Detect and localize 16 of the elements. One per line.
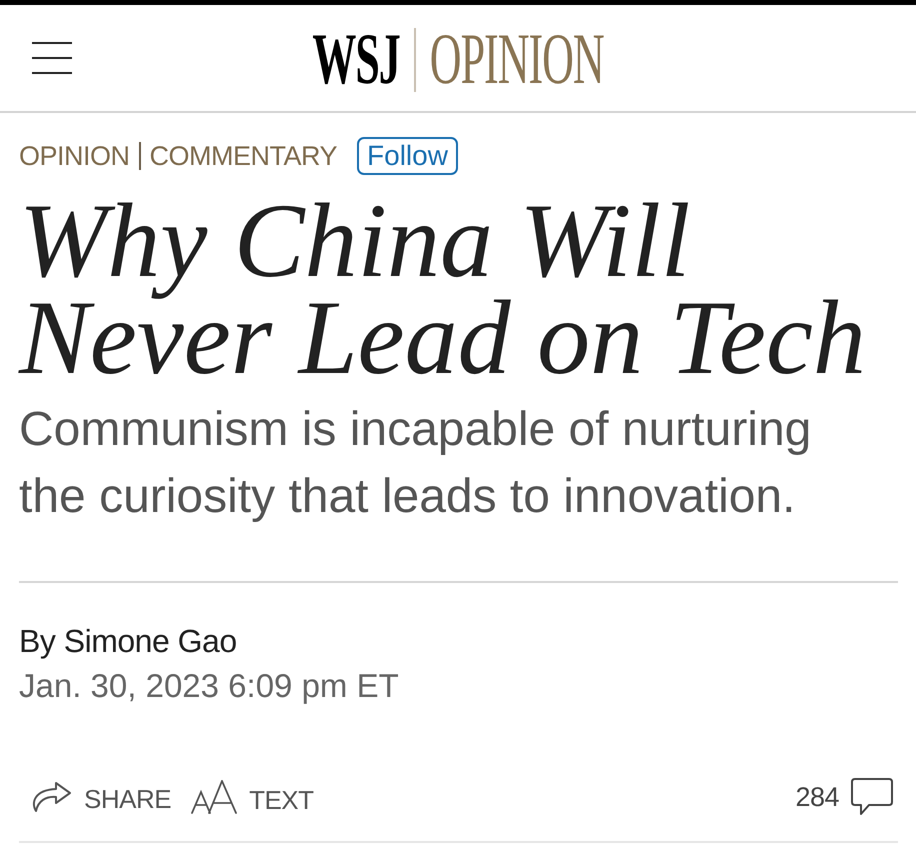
text-size-button[interactable]: TEXT (191, 780, 314, 814)
opinion-logo: OPINION (430, 24, 604, 96)
headline: Why China Will Never Lead on Tech (19, 192, 867, 386)
section-label[interactable]: OPINION (19, 140, 130, 172)
timestamp: Jan. 30, 2023 6:09 pm ET (19, 667, 399, 705)
comments-button[interactable]: 284 (795, 778, 893, 816)
share-button[interactable]: SHARE (30, 781, 172, 813)
subheadline: Communism is incapable of nurturing the curiosity that leads to innovation. (19, 402, 812, 525)
text-size-icon (191, 780, 238, 814)
menu-icon[interactable] (32, 42, 72, 74)
byline[interactable]: By Simone Gao (19, 621, 237, 661)
section-label[interactable]: COMMENTARY (150, 140, 338, 172)
comment-icon (851, 778, 893, 816)
share-icon (30, 781, 72, 813)
follow-button[interactable]: Follow (357, 137, 458, 175)
wsj-logo: WSJ (312, 24, 400, 96)
